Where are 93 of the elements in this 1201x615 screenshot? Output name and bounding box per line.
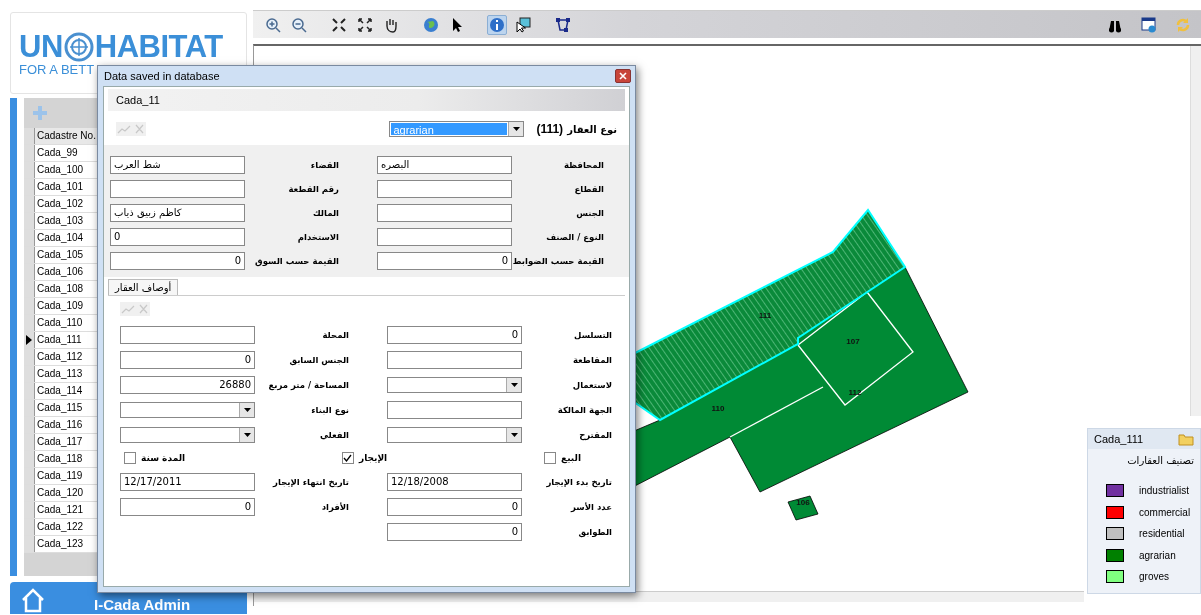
legend-title: Cada_111 [1094, 433, 1144, 445]
legend-label: agrarian [1139, 549, 1176, 561]
input-field[interactable] [110, 180, 245, 198]
input-field[interactable]: 0 [110, 252, 245, 270]
input-field[interactable]: شط العرب [110, 156, 245, 174]
field-label: الجنس السابق [289, 353, 349, 366]
checkbox[interactable] [341, 452, 354, 464]
field-label: الاستخدام [297, 231, 339, 243]
field-label: تاريخ انتهاء الإيجار [273, 475, 349, 488]
window-globe-icon[interactable] [1141, 16, 1157, 33]
input-field[interactable]: 0 [120, 350, 255, 369]
input-field[interactable]: 26880 [120, 375, 255, 394]
home-icon [20, 587, 46, 613]
field-label: المحافظة [563, 159, 604, 171]
caret-icon [510, 382, 518, 387]
parcel-label: 107 [846, 337, 860, 346]
field-label: المحلة [322, 328, 349, 341]
field-label: الطوابق [578, 525, 612, 538]
input-field[interactable]: 0 [387, 522, 522, 541]
dropdown-field[interactable] [120, 426, 255, 443]
field-label: النوع / الصنف [546, 231, 604, 243]
caret-icon [512, 127, 520, 131]
close-button[interactable] [615, 69, 631, 83]
field-label: القيمة حسب الضوابط [512, 255, 604, 267]
field-label: رقم القطعة [288, 183, 339, 195]
record-header: Cada_11 [108, 89, 625, 111]
input-field[interactable]: كاظم زبيق ذياب [110, 204, 245, 222]
input-field[interactable]: 0 [387, 325, 522, 344]
input-field[interactable]: 0 [377, 252, 512, 270]
field-label: التسلسل [574, 328, 612, 341]
logo-tagline: FOR A BETT [19, 63, 95, 77]
input-field[interactable] [120, 325, 255, 344]
checkbox-label: البيع [561, 453, 581, 463]
logo-text: HABITAT [94, 31, 223, 63]
input-field[interactable]: البصره [377, 156, 512, 174]
input-field[interactable] [387, 400, 522, 419]
field-label: لاستعمال [572, 378, 612, 391]
scrollbar[interactable] [1190, 46, 1201, 416]
field-label: المقاطعة [572, 353, 612, 366]
parcel-label: 112 [848, 388, 862, 397]
type-number: (111) [536, 122, 564, 136]
input-field[interactable]: 0 [120, 497, 255, 516]
dialog-title: Data saved in database [104, 70, 220, 82]
input-field[interactable] [387, 350, 522, 369]
field-label: القيمة حسب السوق [255, 255, 339, 267]
legend-label: groves [1139, 571, 1169, 583]
checkbox-label: المدة سنة [141, 453, 186, 463]
field-label: الجهة المالكة [557, 403, 612, 416]
select-icon[interactable] [513, 14, 533, 35]
logo-text: UN [19, 31, 63, 63]
field-label: القضاء [310, 159, 339, 171]
input-field[interactable]: 12/17/2011 [120, 472, 255, 491]
field-label: المالك [312, 207, 339, 219]
field-label: الجنس [576, 207, 604, 219]
input-field[interactable]: 0 [387, 497, 522, 516]
type-label: نوع العقار [567, 123, 617, 135]
field-label: تاريخ بدء الإيجار [546, 475, 612, 488]
input-field[interactable] [377, 180, 512, 198]
close-icon [619, 72, 627, 80]
input-field[interactable]: 0 [110, 228, 245, 246]
scrollbar[interactable] [254, 591, 1084, 602]
info-icon[interactable] [487, 14, 507, 35]
checkbox[interactable] [544, 452, 556, 464]
legend-label: residential [1139, 528, 1185, 540]
emblem-icon [63, 32, 94, 62]
field-label: الأفراد [321, 500, 349, 513]
field-label: القطاع [574, 183, 604, 195]
folder-icon[interactable] [1178, 432, 1194, 446]
parcel-label: 106 [796, 498, 810, 507]
input-field[interactable]: 12/18/2008 [387, 472, 522, 491]
parcel-label: 110 [711, 404, 725, 413]
input-field[interactable] [377, 204, 512, 222]
legend-label: commercial [1139, 506, 1191, 518]
parcel-shape[interactable] [787, 495, 819, 521]
field-label: المساحة / متر مربع [268, 378, 349, 391]
tab[interactable]: أوصاف العقار [108, 279, 179, 295]
checkbox[interactable] [124, 452, 136, 464]
caret-icon [243, 432, 251, 437]
parcel-label: 111 [758, 311, 772, 320]
row-pointer-icon [26, 335, 32, 345]
input-field[interactable] [377, 228, 512, 246]
field-label: نوع البناء [311, 403, 349, 416]
field-label: عدد الأسر [571, 500, 612, 513]
caret-icon [510, 432, 518, 437]
field-label: المقترح [579, 428, 612, 441]
legend-heading: تصنيف العقارات [1127, 455, 1194, 466]
dropdown-field[interactable] [387, 426, 522, 443]
dropdown-field[interactable] [387, 376, 522, 393]
caret-icon [243, 407, 251, 412]
dropdown-field[interactable] [120, 401, 255, 418]
legend-label: industrialist [1139, 485, 1190, 497]
field-label: الفعلي [319, 428, 349, 441]
checkbox-label: الإيجار [358, 453, 388, 463]
